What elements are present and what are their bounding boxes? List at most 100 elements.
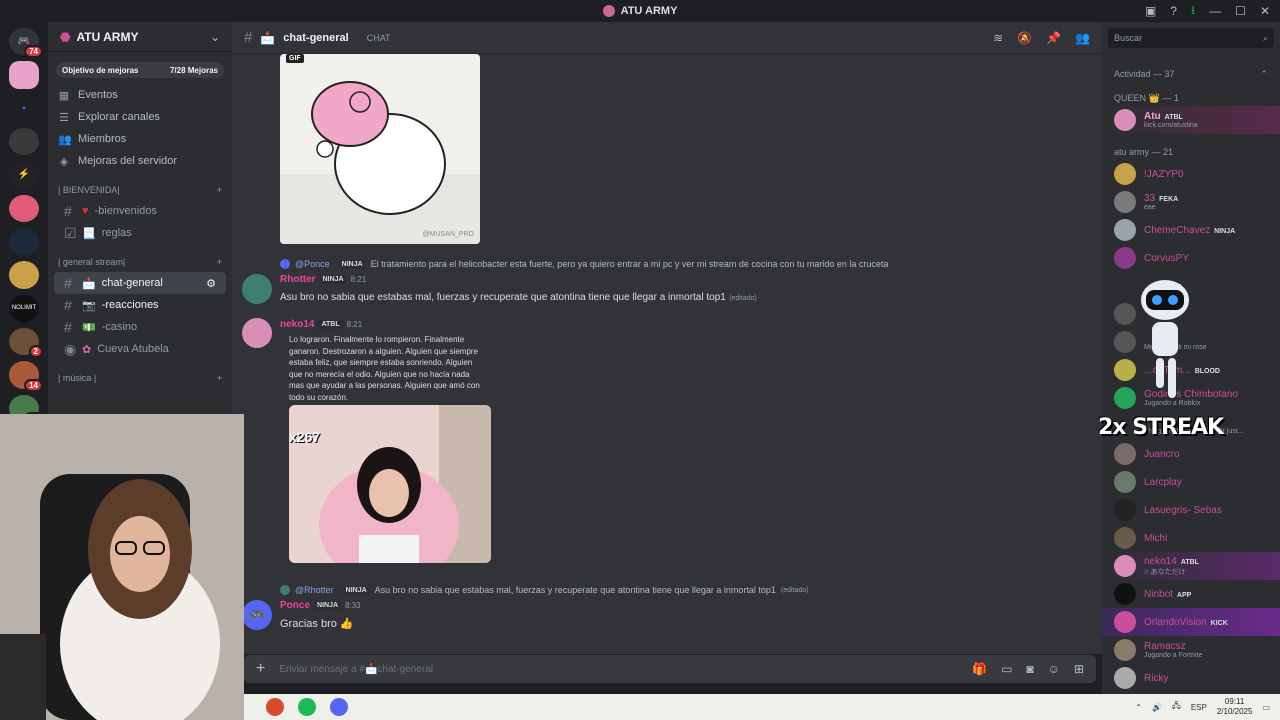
member-item[interactable]: Ricky: [1102, 664, 1280, 692]
server-icon[interactable]: [9, 194, 39, 222]
member-status: kick.com/atustina: [1144, 122, 1198, 129]
server-name: ATU ARMY: [76, 29, 139, 44]
member-name: Ramacsz: [1144, 641, 1186, 652]
apps-icon[interactable]: ⊞: [1074, 662, 1084, 676]
direct-messages-icon[interactable]: 🎮 74: [9, 28, 43, 59]
sticker-icon[interactable]: ◙: [1026, 662, 1033, 676]
server-icon[interactable]: [9, 127, 39, 156]
gift-icon[interactable]: 🎁: [972, 662, 987, 676]
threads-icon[interactable]: ≋: [993, 31, 1003, 45]
discord-icon[interactable]: [330, 698, 348, 716]
add-channel-icon[interactable]: +: [217, 257, 222, 267]
mute-icon[interactable]: 🔕: [1017, 31, 1032, 45]
server-header[interactable]: ⬣ ATU ARMY ⌄: [48, 22, 232, 52]
minimize-icon[interactable]: —: [1209, 4, 1221, 18]
pin-icon[interactable]: 📌: [1046, 31, 1061, 45]
gif-picker-icon[interactable]: ▭: [1001, 662, 1012, 676]
notifications-icon[interactable]: ▭: [1262, 703, 1270, 712]
folder-icon[interactable]: ▪: [9, 95, 39, 122]
maximize-icon[interactable]: ☐: [1235, 4, 1246, 18]
close-icon[interactable]: ✕: [1260, 4, 1270, 18]
server-icon[interactable]: [9, 227, 39, 256]
member-item[interactable]: neko14 ATBL ෆ あなただけ: [1102, 552, 1280, 580]
add-channel-icon[interactable]: +: [217, 373, 222, 383]
members-list-icon[interactable]: 👥: [1075, 31, 1090, 45]
network-icon[interactable]: 🖧: [1172, 700, 1181, 714]
member-item[interactable]: Larcplay: [1102, 468, 1280, 496]
channel-casino[interactable]: # 💵 -casino: [54, 316, 226, 338]
category-bienvenida[interactable]: | BIENVENIDA| +: [48, 180, 232, 200]
app-icon[interactable]: [266, 698, 284, 716]
server-icon[interactable]: NOLIMIT: [9, 294, 39, 322]
menu-members[interactable]: 👥 Miembros: [48, 128, 232, 150]
server-icon[interactable]: 14: [9, 361, 43, 392]
message-input[interactable]: Enviar mensaje a #📩chat-general: [279, 664, 958, 675]
category-general-stream[interactable]: | general stream| +: [48, 252, 232, 272]
search-input[interactable]: Buscar: [1114, 33, 1142, 43]
spotify-icon[interactable]: [298, 698, 316, 716]
channel-cueva[interactable]: ◉ ✿ Cueva Atubela: [54, 338, 226, 360]
username[interactable]: neko14: [280, 319, 314, 330]
channel-reacciones[interactable]: # 📷 -reacciones: [54, 294, 226, 316]
menu-browse-channels[interactable]: ☰ Explorar canales: [48, 106, 232, 128]
username[interactable]: Ponce: [280, 600, 310, 611]
reply-author[interactable]: @Rhotter: [295, 585, 334, 595]
server-icon[interactable]: ⚡: [9, 161, 39, 189]
category-musica[interactable]: | música | +: [48, 368, 232, 388]
member-item[interactable]: Lasuegris- Sebas: [1102, 496, 1280, 524]
avatar[interactable]: [242, 318, 272, 348]
boost-goal-progress: 7/28 Mejoras: [169, 65, 218, 75]
channel-topic: CHAT: [366, 32, 391, 43]
avatar[interactable]: [242, 274, 272, 304]
reply-preview[interactable]: @Ponce NINJA El tratamiento para el heli…: [280, 259, 888, 269]
channel-reglas[interactable]: ☑ 📃 reglas: [54, 222, 226, 244]
chevron-up-icon: ⌃: [1260, 68, 1268, 79]
menu-server-boosts[interactable]: ◈ Mejoras del servidor: [48, 150, 232, 172]
member-item[interactable]: Ninbot APP: [1102, 580, 1280, 608]
language-indicator[interactable]: ESP: [1191, 703, 1207, 712]
server-icon: [602, 5, 615, 17]
inbox-icon[interactable]: ▣: [1145, 4, 1156, 18]
member-name: Atu: [1144, 111, 1161, 122]
avatar[interactable]: 🎮: [242, 600, 272, 630]
member-item[interactable]: !JAZYP0: [1102, 160, 1280, 188]
member-item[interactable]: Juancro: [1102, 440, 1280, 468]
channel-bienvenidos[interactable]: # ♥ -bienvenidos: [54, 200, 226, 222]
add-attachment-icon[interactable]: +: [256, 660, 265, 678]
chevron-up-icon[interactable]: ⌃: [1135, 703, 1142, 712]
member-item[interactable]: Atu ATBL kick.com/atustina: [1102, 106, 1280, 134]
channel-chat-general[interactable]: # 📩 chat-general ⚙: [54, 272, 226, 294]
boost-goal-bar[interactable]: Objetivo de mejoras 7/28 Mejoras: [56, 62, 224, 78]
member-item[interactable]: Ramacsz Jugando a Fortnite: [1102, 636, 1280, 664]
download-icon[interactable]: ⭳: [1191, 1, 1195, 22]
member-item[interactable]: Michi: [1102, 524, 1280, 552]
search-box[interactable]: Buscar ⌕: [1108, 28, 1274, 48]
username[interactable]: Rhotter: [280, 274, 316, 285]
avatar: [1114, 219, 1136, 241]
image-attachment[interactable]: x267: [289, 405, 491, 563]
server-icon-atu-army[interactable]: [9, 61, 39, 89]
reply-preview[interactable]: @Rhotter NINJA Asu bro no sabia que esta…: [280, 585, 809, 595]
server-icon[interactable]: [9, 261, 39, 289]
add-channel-icon[interactable]: +: [217, 185, 222, 195]
activity-header[interactable]: Actividad — 37 ⌃: [1102, 66, 1280, 82]
volume-icon[interactable]: 🔊: [1152, 703, 1162, 712]
member-item[interactable]: 33 FEKA eae: [1102, 188, 1280, 216]
channel-label: -casino: [101, 321, 138, 333]
avatar: [1114, 191, 1136, 213]
server-icon[interactable]: 2: [9, 327, 43, 359]
clock-time: 09:11: [1224, 697, 1245, 706]
chevron-down-icon: ⌄: [209, 29, 220, 44]
member-item[interactable]: CorvusPY: [1102, 244, 1280, 272]
avatar: [1114, 499, 1136, 521]
member-item[interactable]: ChemeChavez NINJA: [1102, 216, 1280, 244]
clock[interactable]: 09:11 2/10/2025: [1217, 697, 1253, 717]
message-composer[interactable]: + Enviar mensaje a #📩chat-general 🎁 ▭ ◙ …: [244, 655, 1096, 683]
help-icon[interactable]: ?: [1170, 4, 1177, 18]
member-item[interactable]: OrlandoVision KICK: [1102, 608, 1280, 636]
menu-events[interactable]: ▦ Eventos: [48, 84, 232, 106]
gif-attachment[interactable]: GIF @MUSAN_PRO: [280, 54, 480, 244]
reply-author[interactable]: @Ponce: [295, 259, 330, 269]
emoji-icon[interactable]: ☺: [1048, 662, 1060, 676]
settings-icon[interactable]: ⚙: [206, 277, 216, 290]
